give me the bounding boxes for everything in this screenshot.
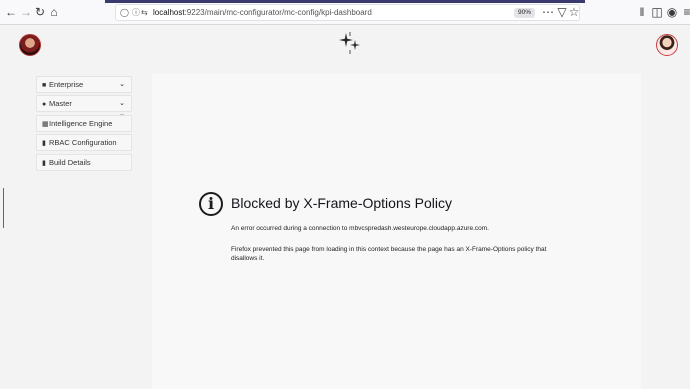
folder-icon: ■ xyxy=(42,82,47,89)
info-icon: i xyxy=(199,192,223,216)
sidebar-item-label: Build Details xyxy=(49,158,91,167)
forward-arrow-icon[interactable]: → xyxy=(19,5,33,19)
app-logo-icon xyxy=(339,32,360,54)
sidebar-item-label: RBAC Configuration xyxy=(49,138,117,147)
sidebar-item-label: Master xyxy=(49,99,72,108)
avatar[interactable] xyxy=(19,34,41,56)
error-title: Blocked by X-Frame-Options Policy xyxy=(231,195,452,211)
menu-icon[interactable]: ≡ xyxy=(680,5,690,19)
account-icon[interactable]: ◉ xyxy=(665,5,679,19)
sidebar-item-enterprise[interactable]: ■ Enterprise ⌄ xyxy=(36,76,132,93)
url-bar[interactable]: ◯ ⓘ ⇆ localhost:9223/main/mc-configurato… xyxy=(115,4,580,21)
sidebar-item-label: Intelligence Engine xyxy=(49,119,113,128)
user-avatar[interactable] xyxy=(656,34,678,56)
sidebar-item-master[interactable]: ● Master ⌄ xyxy=(36,95,132,112)
sidebar-item-intelligence-engine[interactable]: ▦Intelligence Engine xyxy=(36,115,132,132)
chevron-down-icon[interactable]: ⌄ xyxy=(119,77,125,92)
info-icon[interactable]: ⓘ xyxy=(132,8,140,18)
grid-icon: ▦ xyxy=(42,121,49,128)
more-icon[interactable]: ⋯ xyxy=(541,5,555,19)
sidebar-item-build-details[interactable]: ▮ Build Details xyxy=(36,154,132,171)
permissions-icon[interactable]: ⇆ xyxy=(141,8,148,18)
error-message: An error occurred during a connection to… xyxy=(231,225,489,232)
home-icon[interactable]: ⌂ xyxy=(47,5,61,19)
shield-icon[interactable]: ◯ xyxy=(120,8,129,18)
sidebar-icon[interactable]: ◫ xyxy=(650,5,664,19)
url-text[interactable]: localhost:9223/main/mc-configurator/mc-c… xyxy=(153,7,372,19)
bookmark-star-icon[interactable]: ☆ xyxy=(567,5,581,19)
file-icon: ▮ xyxy=(42,160,46,167)
error-details: Firefox prevented this page from loading… xyxy=(231,246,547,262)
sidebar-item-rbac-configuration[interactable]: ▮ RBAC Configuration xyxy=(36,134,132,151)
zoom-level-badge[interactable]: 90% xyxy=(514,8,536,18)
library-icon[interactable]: ‖ xyxy=(635,5,649,19)
back-arrow-icon[interactable]: ← xyxy=(4,5,18,19)
file-icon: ▮ xyxy=(42,140,46,147)
sidebar-item-label: Enterprise xyxy=(49,80,84,89)
reload-icon[interactable]: ↻ xyxy=(33,5,47,19)
scrollbar[interactable] xyxy=(3,188,4,228)
browser-toolbar: ← → ↻ ⌂ ◯ ⓘ ⇆ localhost:9223/main/mc-con… xyxy=(0,0,690,25)
user-icon: ● xyxy=(42,101,47,108)
tab-progress-indicator xyxy=(105,0,585,3)
chevron-down-icon[interactable]: ⌄ xyxy=(119,96,125,111)
